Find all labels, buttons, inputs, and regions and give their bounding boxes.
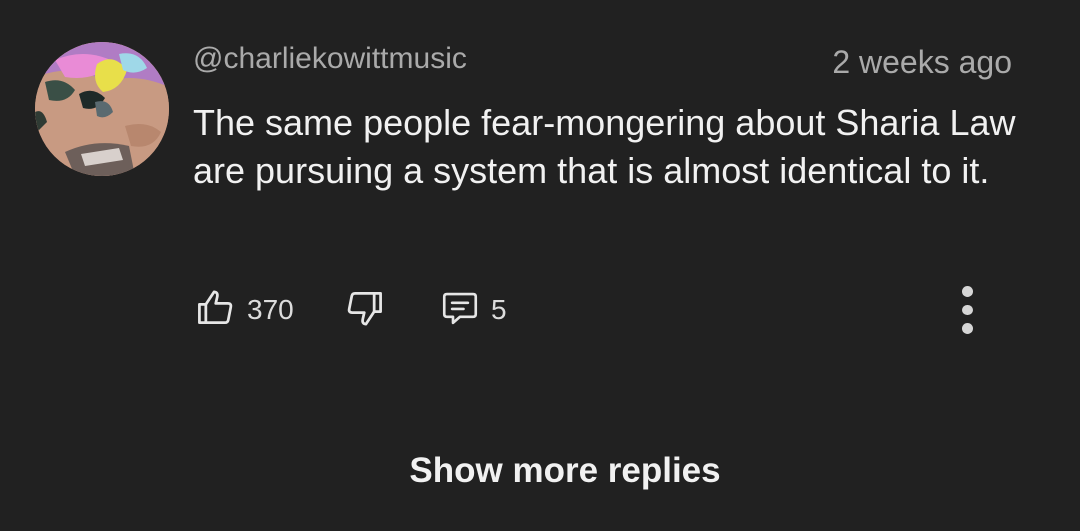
avatar-image xyxy=(35,42,169,176)
thumbs-down-icon xyxy=(343,286,387,335)
like-button[interactable]: 370 xyxy=(193,286,294,334)
dislike-button[interactable] xyxy=(343,286,387,334)
reply-count: 5 xyxy=(491,294,507,325)
avatar[interactable] xyxy=(35,42,169,176)
comment-thread: @charliekowittmusic 2 weeks ago The same… xyxy=(0,0,1080,531)
reply-button[interactable]: 5 xyxy=(439,286,507,334)
thumbs-up-icon xyxy=(193,286,237,335)
comment-timestamp: 2 weeks ago xyxy=(832,44,1012,80)
comment-text: The same people fear-mongering about Sha… xyxy=(193,102,1016,191)
vertical-dots-icon xyxy=(961,323,973,335)
vertical-dots-icon xyxy=(961,286,973,297)
comment-bubble-icon xyxy=(439,287,481,334)
more-options-button[interactable] xyxy=(955,286,979,335)
show-more-replies-button[interactable]: Show more replies xyxy=(0,451,1080,491)
comment-author[interactable]: @charliekowittmusic xyxy=(193,42,467,76)
like-count: 370 xyxy=(247,294,294,325)
comment-actions: 370 5 xyxy=(193,286,1013,335)
vertical-dots-icon xyxy=(961,304,973,316)
